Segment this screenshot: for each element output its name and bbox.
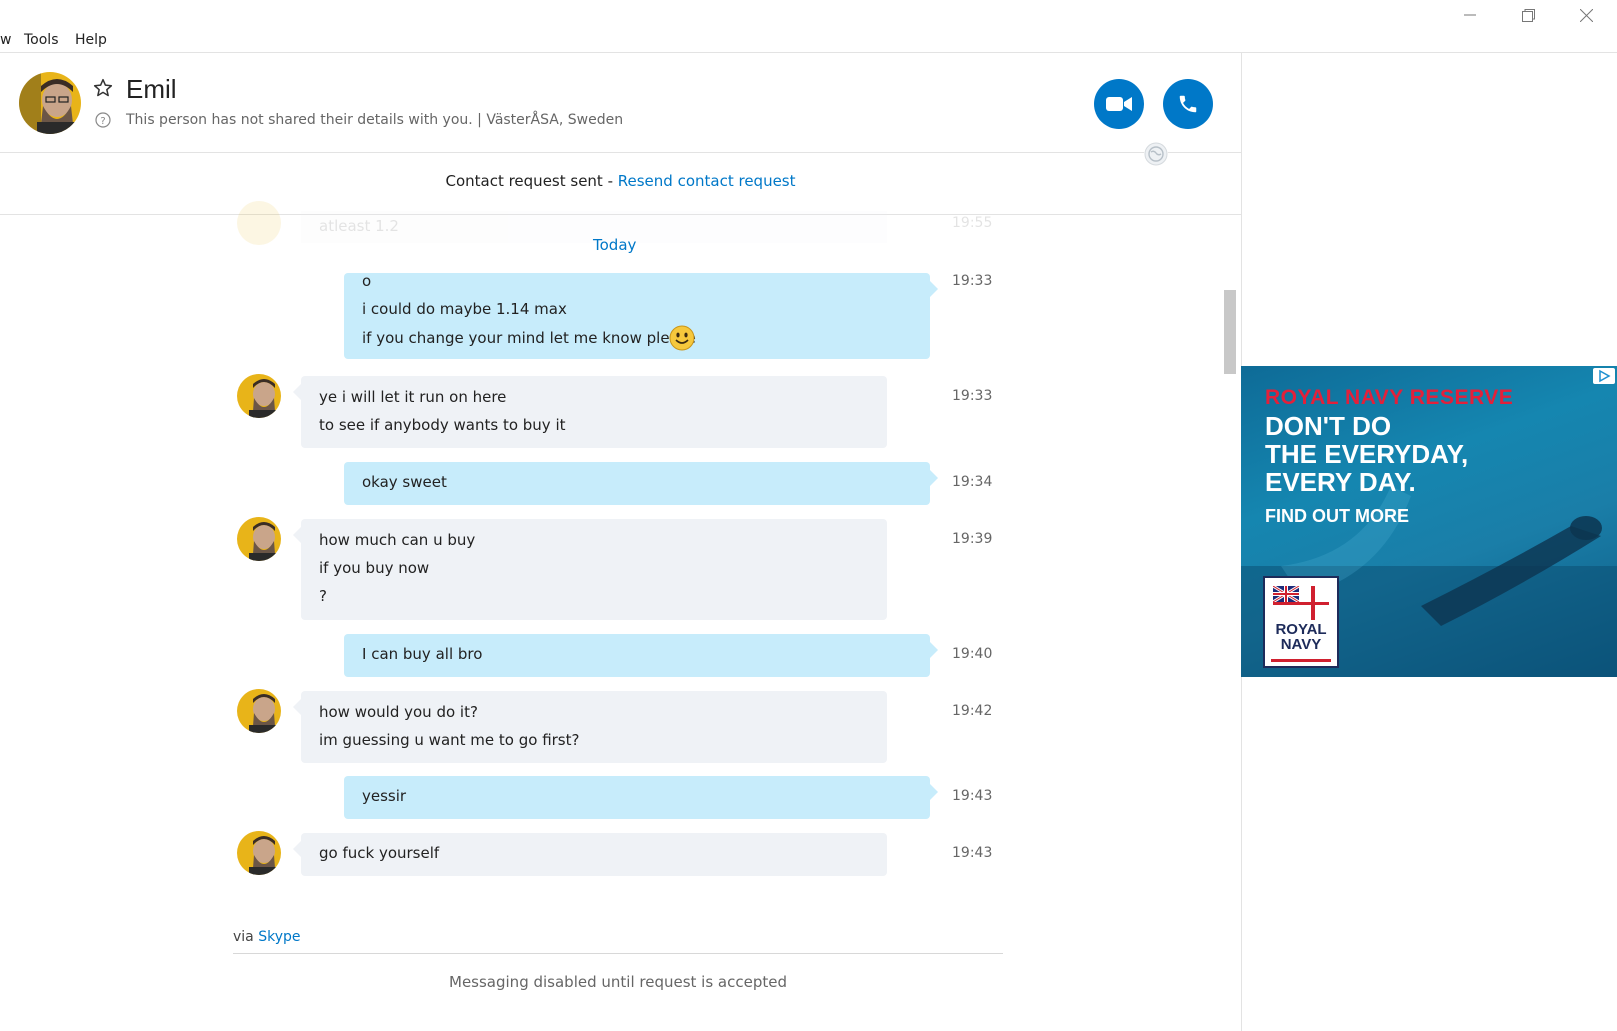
globe-icon[interactable] [1144, 142, 1168, 166]
message-time: 19:39 [952, 531, 993, 547]
message-text: okay sweet [362, 473, 447, 491]
favorite-star-icon[interactable] [93, 78, 113, 102]
contact-avatar-small[interactable] [237, 689, 281, 733]
naval-ensign-icon [1273, 586, 1329, 620]
contact-avatar-small[interactable] [237, 374, 281, 418]
close-button[interactable] [1557, 0, 1615, 30]
logo-text-line: NAVY [1280, 636, 1322, 653]
incoming-message[interactable]: how much can u buy if you buy now ? [293, 519, 887, 620]
menu-tools[interactable]: Tools [24, 32, 59, 48]
ad-headline-line: EVERY DAY. [1265, 467, 1416, 497]
logo-text-line: ROYAL [1275, 621, 1327, 638]
smile-emoji-icon [669, 325, 695, 351]
ad-headline: DON'T DO THE EVERYDAY, EVERY DAY. [1265, 412, 1468, 496]
message-text: I can buy all bro [362, 645, 483, 663]
adchoices-icon[interactable] [1593, 368, 1615, 384]
restore-icon [1521, 8, 1535, 22]
incoming-message[interactable]: how would you do it? im guessing u want … [293, 691, 887, 763]
resend-request-link[interactable]: Resend contact request [618, 172, 796, 190]
message-text: o [362, 272, 372, 290]
day-separator: Today [593, 236, 637, 254]
video-camera-icon [1106, 97, 1132, 111]
contact-avatar[interactable] [19, 72, 81, 134]
video-call-button[interactable] [1094, 79, 1144, 129]
message-text: how much can u buy [319, 531, 476, 549]
ad-headline-red: ROYAL NAVY RESERVE [1265, 386, 1514, 409]
message-text: yessir [362, 787, 407, 805]
messaging-disabled-notice: Messaging disabled until request is acce… [449, 973, 787, 991]
message-time: 19:34 [952, 474, 993, 490]
restore-button[interactable] [1499, 0, 1557, 30]
contact-avatar-small[interactable] [237, 831, 281, 875]
divider [0, 152, 1241, 153]
outgoing-message[interactable]: I can buy all bro [344, 634, 938, 677]
close-icon [1579, 8, 1593, 22]
contact-details: This person has not shared their details… [126, 112, 624, 128]
message-text: how would you do it? [319, 703, 478, 721]
faded-message-text: atleast 1.2 [319, 217, 399, 235]
message-text: ye i will let it run on here [319, 388, 507, 406]
svg-text:?: ? [100, 116, 105, 127]
faded-avatar [237, 201, 281, 245]
contact-avatar-small[interactable] [237, 517, 281, 561]
royal-navy-logo: ROYAL NAVY [1263, 576, 1339, 668]
menu-help[interactable]: Help [75, 32, 107, 48]
message-text: i could do maybe 1.14 max [362, 300, 567, 318]
audio-call-button[interactable] [1163, 79, 1213, 129]
message-text: go fuck yourself [319, 844, 440, 862]
phone-icon [1179, 95, 1197, 113]
help-circle-icon[interactable]: ? [95, 112, 111, 132]
message-time: 19:33 [952, 273, 993, 289]
message-time: 19:43 [952, 788, 993, 804]
menu-bar: w Tools Help [0, 30, 1241, 52]
logo-text: ROYAL NAVY [1265, 622, 1337, 652]
message-time: 19:42 [952, 703, 993, 719]
advertisement[interactable]: ROYAL NAVY RESERVE DON'T DO THE EVERYDAY… [1241, 366, 1617, 677]
message-time: 19:43 [952, 845, 993, 861]
minimize-icon [1464, 14, 1476, 16]
faded-message-time: 19:55 [952, 215, 993, 231]
minimize-button[interactable] [1441, 0, 1499, 30]
ad-headline-line: DON'T DO [1265, 411, 1392, 441]
banner-text: Contact request sent - [445, 172, 618, 190]
divider [233, 953, 1003, 954]
divider [0, 52, 1617, 53]
message-text: im guessing u want me to go first? [319, 731, 580, 749]
contact-name: Emil [126, 74, 177, 104]
message-text: ? [319, 587, 327, 605]
message-text: if you buy now [319, 559, 430, 577]
message-text: if you change your mind let me know plea… [362, 329, 696, 347]
ad-headline-line: THE EVERYDAY, [1265, 439, 1469, 469]
message-time: 19:33 [952, 388, 993, 404]
via-skype-label: via Skype [233, 929, 301, 945]
avatar-image [19, 72, 81, 134]
logo-stripe [1271, 659, 1331, 662]
outgoing-message[interactable]: o i could do maybe 1.14 max if you chang… [344, 272, 938, 359]
ad-cta[interactable]: FIND OUT MORE [1265, 506, 1409, 527]
via-text: via [233, 929, 259, 945]
message-time: 19:40 [952, 646, 993, 662]
chat-scrollbar-thumb[interactable] [1224, 290, 1236, 374]
skype-link[interactable]: Skype [258, 929, 300, 945]
incoming-message[interactable]: go fuck yourself [293, 833, 887, 876]
outgoing-message[interactable]: okay sweet [344, 462, 938, 505]
menu-view[interactable]: w [0, 32, 11, 48]
message-text: to see if anybody wants to buy it [319, 416, 566, 434]
contact-request-banner: Contact request sent - Resend contact re… [0, 172, 1241, 190]
outgoing-message[interactable]: yessir [344, 776, 938, 819]
incoming-message[interactable]: ye i will let it run on here to see if a… [293, 376, 887, 448]
